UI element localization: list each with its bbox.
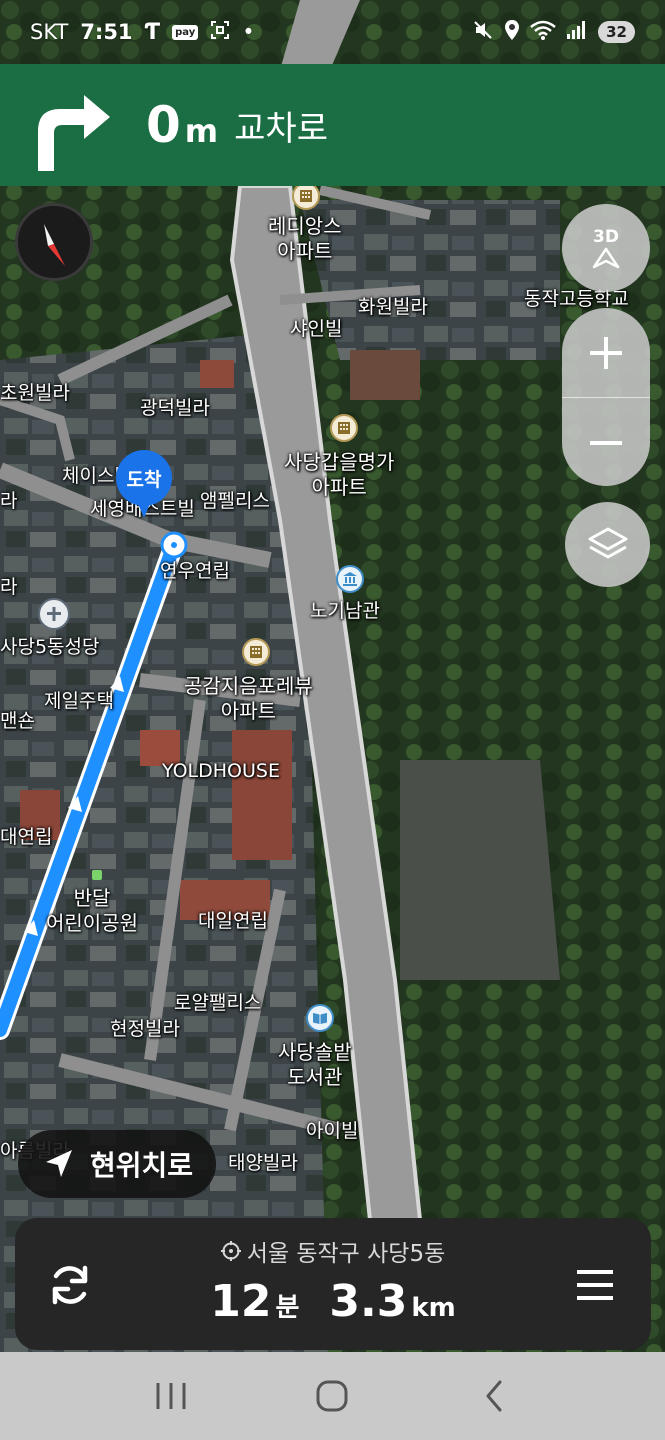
next-road-name: 교차로 [234,108,328,149]
remaining-distance-value: 3.3 [329,1276,408,1327]
remaining-distance: 3.3 km [329,1276,455,1327]
recent-apps-button[interactable] [141,1366,201,1426]
battery-indicator: 32 [598,21,635,43]
map-label-yoldhouse: YOLDHOUSE [162,760,280,782]
signal-icon [566,20,588,45]
dot-icon: • [242,20,255,44]
map-label-left-ra2: 라 [0,576,18,598]
route-stats: 12 분 3.3 km [15,1276,651,1327]
map-label-daeil: 대일연립 [198,910,268,932]
map-label-dae-yeonrip: 대연립 [0,826,53,848]
map-label-text: 사당솔밭 도서관 [278,1040,352,1089]
map-label-library: 사당솔밭 도서관 [278,1040,352,1090]
compass-icon [44,224,65,266]
home-button[interactable] [302,1366,362,1426]
turn-distance-unit: m [184,112,219,150]
arrival-label: 도착 [116,450,172,506]
system-nav-bar [0,1352,665,1440]
navigation-arrow-icon [46,1150,72,1177]
map-label-shine: 샤인빌 [290,318,343,340]
pay-icon: pay [172,24,199,40]
map-label-sadang-gap: 사당갑을명가 아파트 [284,450,394,500]
3d-label: 3D [593,227,619,247]
library-icon[interactable] [306,1004,334,1032]
arrival-marker[interactable]: 도착 [116,450,172,522]
location-icon [504,19,520,46]
remaining-distance-unit: km [411,1293,456,1323]
turn-right-arrow-icon [38,95,110,171]
back-button[interactable] [464,1366,524,1426]
zoom-in-button[interactable] [562,308,650,397]
destination-text: 서울 동작구 사당5동 [246,1241,446,1267]
museum-icon[interactable] [336,565,364,593]
map-label-text: 공감지음포레뷰 아파트 [184,674,313,723]
map-label-sadang5-church: 사당5동성당 [0,636,100,658]
map-label-text: 반달 어린이공원 [46,886,138,935]
map-label-ai: 아이빌 [306,1120,359,1142]
map-label-bandal: 반달 어린이공원 [46,886,138,936]
destination-row[interactable]: 서울 동작구 사당5동 [15,1234,651,1268]
map-label-redians: 레디앙스 아파트 [268,214,342,264]
turn-distance: 0 m [146,96,218,154]
map-label-nogi: 노기남관 [310,600,380,622]
map-label-hwawon: 화원빌라 [358,296,428,318]
route-info-panel: 서울 동작구 사당5동 12 분 3.3 km [15,1218,651,1350]
recent-apps-icon [156,1383,186,1409]
back-chevron-icon [486,1380,502,1412]
map-label-chowon: 초원빌라 [0,382,70,404]
map-label-jeil: 제일주택 [44,690,114,712]
remaining-time-value: 12 [210,1276,272,1327]
map-label-mansion: 맨숀 [0,710,35,732]
3d-mode-button[interactable]: 3D [562,204,650,292]
mute-icon [472,19,494,46]
carrier: SKT [30,20,69,44]
clock: 7:51 [80,20,133,44]
layers-icon [588,527,627,558]
minus-icon [590,440,622,445]
apartment-icon[interactable] [330,414,358,442]
plus-icon [590,336,622,369]
screenshot-icon [210,20,230,45]
compass-button[interactable] [15,203,93,281]
turn-guidance-banner[interactable]: 0 m 교차로 [0,64,665,186]
map-label-ample: 앰펠리스 [200,490,270,512]
remaining-time: 12 분 [210,1276,299,1327]
church-icon[interactable] [38,598,70,630]
map-label-text: 사당갑을명가 아파트 [284,450,395,499]
map-label-taeyang: 태양빌라 [228,1152,298,1174]
map-label-royal: 로얄팰리스 [174,992,262,1014]
map-layers-button[interactable] [565,502,650,587]
home-icon [316,1380,348,1412]
turn-distance-value: 0 [146,96,181,154]
map-label-hyunjung: 현정빌라 [110,1018,180,1040]
menu-icon[interactable] [575,1268,615,1302]
target-icon [220,1241,241,1261]
map-label-left-ra: 라 [0,490,18,512]
tmap-icon: Ƭ [144,19,161,45]
map-label-gwangdeok: 광덕빌라 [140,397,210,419]
wifi-icon [530,20,556,45]
remaining-time-unit: 분 [275,1293,300,1323]
park-icon [92,870,102,880]
apartment-icon[interactable] [242,638,270,666]
status-bar: SKT 7:51 Ƭ pay • 32 [0,0,665,64]
map-label-gonggam: 공감지음포레뷰 아파트 [184,674,313,724]
recenter-button[interactable]: 현위치로 [18,1130,216,1198]
apartment-icon[interactable] [292,182,320,210]
zoom-out-button[interactable] [562,398,650,486]
map-label-yeonwoo: 연우연립 [160,560,230,582]
map-label-text: 레디앙스 아파트 [268,214,342,263]
navigation-arrow-icon [592,247,620,269]
recenter-label: 현위치로 [90,1149,194,1182]
zoom-controls [562,308,650,486]
